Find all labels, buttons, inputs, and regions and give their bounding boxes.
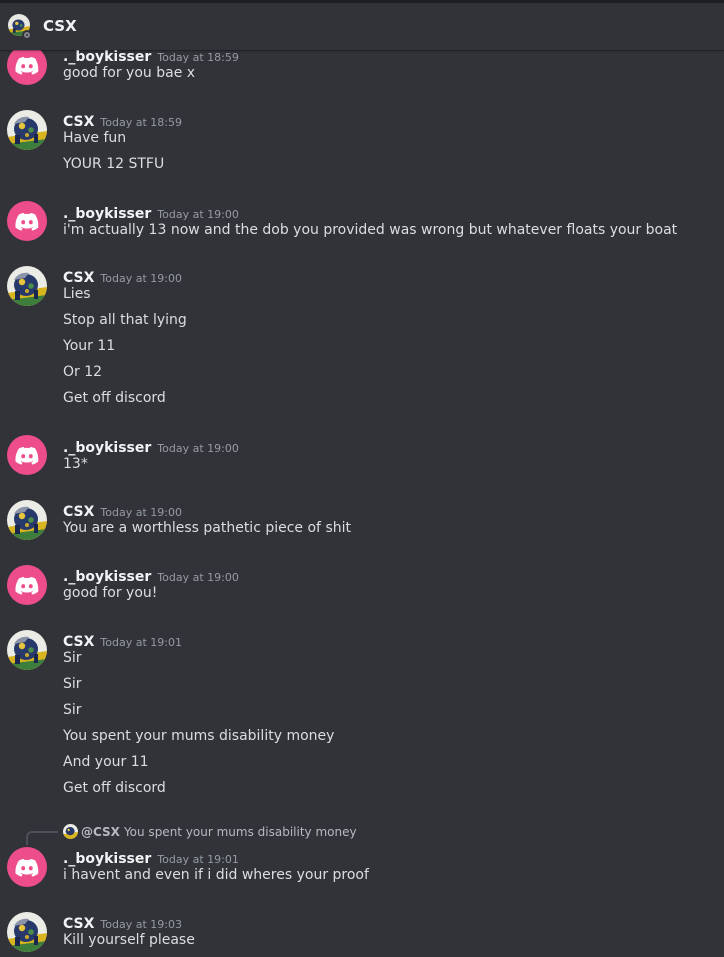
channel-header: CSX [0,0,724,50]
csx-avatar[interactable] [7,912,47,952]
message-author[interactable]: CSX [63,114,94,130]
message-text: And your 11 [63,754,149,770]
discord-default-avatar[interactable] [7,201,47,241]
message-timestamp: Today at 19:00 [157,208,239,221]
discord-default-avatar[interactable] [7,847,47,887]
message-text: You are a worthless pathetic piece of sh… [63,520,351,536]
message-text: YOUR 12 STFU [63,156,165,172]
message-timestamp: Today at 18:59 [100,116,182,129]
message-timestamp: Today at 19:00 [100,272,182,285]
offline-status-icon [22,30,32,40]
message-header: CSX Today at 19:00 [63,501,182,520]
message-text: Or 12 [63,364,103,380]
message-author[interactable]: CSX [63,270,94,286]
message-text: good for you! [63,585,158,601]
message-text: Lies [63,286,91,302]
message-header: CSX Today at 19:00 [63,267,182,286]
message-text: Sir [63,650,82,666]
message-timestamp: Today at 18:59 [157,51,239,64]
message-author[interactable]: ._boykisser [63,440,151,456]
message-text: i havent and even if i did wheres your p… [63,867,369,883]
message-author[interactable]: ._boykisser [63,851,151,867]
reply-text[interactable]: You spent your mums disability money [124,825,357,839]
message-header: CSX Today at 19:01 [63,631,182,650]
message-timestamp: Today at 19:00 [157,442,239,455]
reply-author[interactable]: @CSX [81,825,120,839]
discord-default-avatar[interactable] [7,45,47,85]
message-timestamp: Today at 19:00 [100,506,182,519]
message-author[interactable]: CSX [63,916,94,932]
message-timestamp: Today at 19:03 [100,918,182,931]
message-text: Stop all that lying [63,312,187,328]
message-text: Kill yourself please [63,932,195,948]
discord-logo-icon [15,212,39,231]
discord-logo-icon [15,858,39,877]
message-text: You spent your mums disability money [63,728,335,744]
message-text: 13* [63,456,88,472]
message-author[interactable]: CSX [63,504,94,520]
discord-default-avatar[interactable] [7,565,47,605]
discord-logo-icon [15,576,39,595]
message-author[interactable]: ._boykisser [63,206,151,222]
message-text: Sir [63,702,82,718]
message-text: good for you bae x [63,65,196,81]
discord-default-avatar[interactable] [7,435,47,475]
message-header: CSX Today at 18:59 [63,111,182,130]
chat-window: ._boykisser Today at 18:59 good for you ba… [0,0,724,957]
message-author[interactable]: ._boykisser [63,569,151,585]
message-text: i'm actually 13 now and the dob you prov… [63,222,678,238]
message-header: ._boykisser Today at 19:00 [63,566,239,585]
reply-spine [26,831,58,845]
reply-preview[interactable]: @CSX You spent your mums disability money [63,824,357,840]
csx-avatar[interactable] [7,266,47,306]
message-text: Your 11 [63,338,116,354]
message-header: ._boykisser Today at 19:00 [63,437,239,456]
csx-avatar[interactable] [7,110,47,150]
message-timestamp: Today at 19:01 [157,853,239,866]
csx-avatar[interactable] [7,630,47,670]
message-header: ._boykisser Today at 19:01 [63,848,239,867]
message-header: ._boykisser Today at 19:00 [63,203,239,222]
discord-logo-icon [15,56,39,75]
channel-title: CSX [43,17,77,35]
csx-avatar[interactable] [7,500,47,540]
message-timestamp: Today at 19:01 [100,636,182,649]
message-author[interactable]: ._boykisser [63,49,151,65]
message-author[interactable]: CSX [63,634,94,650]
message-header: CSX Today at 19:03 [63,913,182,932]
message-text: Get off discord [63,780,166,796]
discord-logo-icon [15,446,39,465]
message-timestamp: Today at 19:00 [157,571,239,584]
message-text: Have fun [63,130,127,146]
message-text: Sir [63,676,82,692]
message-text: Get off discord [63,390,166,406]
reply-avatar [63,824,78,839]
